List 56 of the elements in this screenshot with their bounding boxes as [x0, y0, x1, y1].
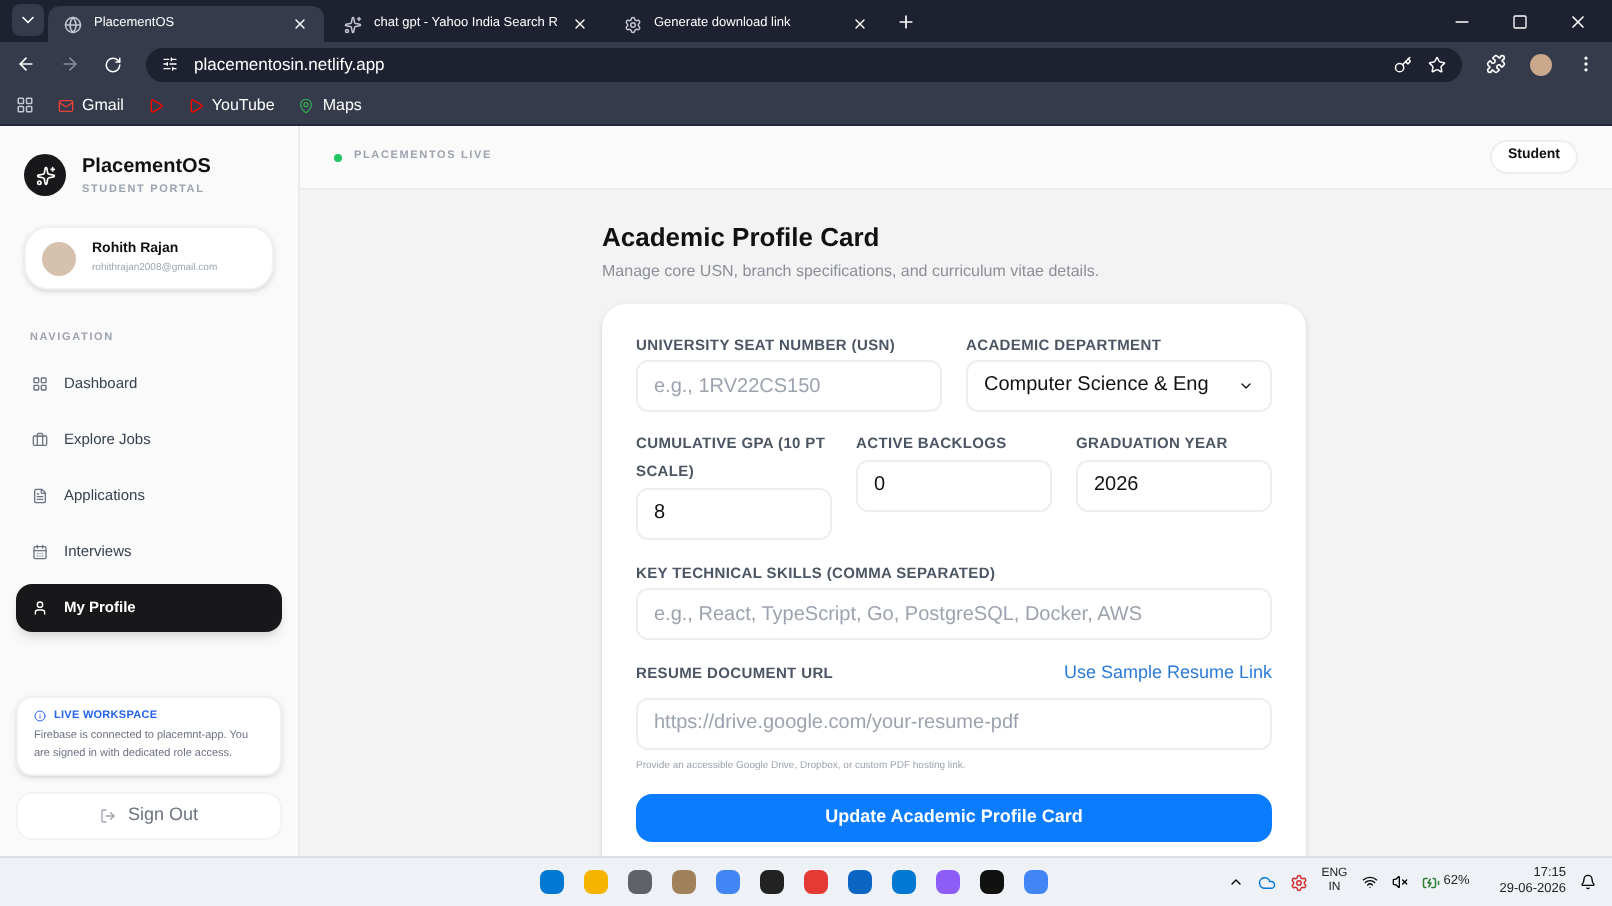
sample-resume-link[interactable]: Use Sample Resume Link: [1063, 660, 1272, 688]
apps-icon[interactable]: [16, 96, 34, 114]
restore-icon[interactable]: [1512, 14, 1528, 30]
tab-icon: [344, 15, 362, 33]
close-icon[interactable]: [572, 16, 588, 32]
forward-icon[interactable]: [60, 54, 80, 74]
update-button[interactable]: Update Academic Profile Card: [636, 794, 1272, 842]
close-icon[interactable]: [292, 16, 308, 32]
tab-icon: [624, 15, 642, 33]
input-field[interactable]: https://drive.google.com/your-resume-pdf: [636, 697, 1272, 749]
close-icon[interactable]: [852, 16, 868, 32]
bookmark-icon: [187, 97, 204, 113]
sign-out-icon: [99, 808, 116, 824]
input-field[interactable]: e.g., 1RV22CS150: [636, 360, 942, 412]
reload-icon[interactable]: [104, 55, 122, 73]
nav-icon: [32, 431, 48, 447]
bookmark[interactable]: YouTube: [187, 93, 275, 117]
page-subtitle: Manage core USN, branch specifications, and curriculum vitae details.: [602, 259, 1102, 283]
nav-icon: [32, 599, 48, 615]
input-field[interactable]: 0: [856, 459, 1052, 511]
cloud-icon[interactable]: [1257, 873, 1276, 891]
extensions-icon[interactable]: [1486, 54, 1506, 74]
wifi-icon[interactable]: [1361, 874, 1378, 890]
bookmark-icon[interactable]: [147, 97, 164, 113]
page-title: Academic Profile Card: [602, 220, 882, 256]
bookmark[interactable]: Gmail: [58, 93, 124, 117]
info-icon: [34, 709, 46, 722]
input-field[interactable]: 2026: [1076, 459, 1272, 511]
bookmark-star-icon[interactable]: [1428, 55, 1446, 73]
avatar: [42, 241, 76, 276]
back-icon[interactable]: [16, 54, 36, 74]
input-field[interactable]: e.g., React, TypeScript, Go, PostgreSQL, Docker, AWS: [636, 588, 1272, 640]
tab-search-button[interactable]: [12, 4, 44, 36]
tab-icon: [64, 15, 82, 33]
bookmark[interactable]: Maps: [298, 93, 362, 117]
nav-icon: [32, 543, 48, 559]
brand-name: PlacementOS: [82, 154, 211, 182]
app-icon[interactable]: [980, 870, 1004, 894]
department-select[interactable]: Computer Science & Eng: [966, 359, 1272, 411]
notification-icon[interactable]: [1580, 874, 1596, 890]
close-icon[interactable]: [1568, 12, 1588, 32]
logo-icon: [24, 154, 66, 197]
mute-icon[interactable]: [1391, 874, 1408, 890]
address-bar[interactable]: placementosin.netlify.app: [146, 47, 1462, 81]
bookmark-icon: [298, 97, 315, 113]
key-icon[interactable]: [1394, 55, 1412, 73]
nav-icon: [32, 375, 48, 391]
bookmark-icon: [58, 97, 74, 113]
nav-icon: [32, 487, 48, 503]
sign-out-button[interactable]: Sign Out: [16, 792, 282, 840]
app-icon[interactable]: [760, 870, 784, 894]
profile-avatar[interactable]: [1530, 53, 1552, 75]
new-tab-icon[interactable]: [896, 12, 916, 32]
site-settings-icon[interactable]: [162, 56, 178, 72]
chevron-icon[interactable]: [1227, 874, 1244, 890]
input-field[interactable]: 8: [636, 487, 832, 539]
